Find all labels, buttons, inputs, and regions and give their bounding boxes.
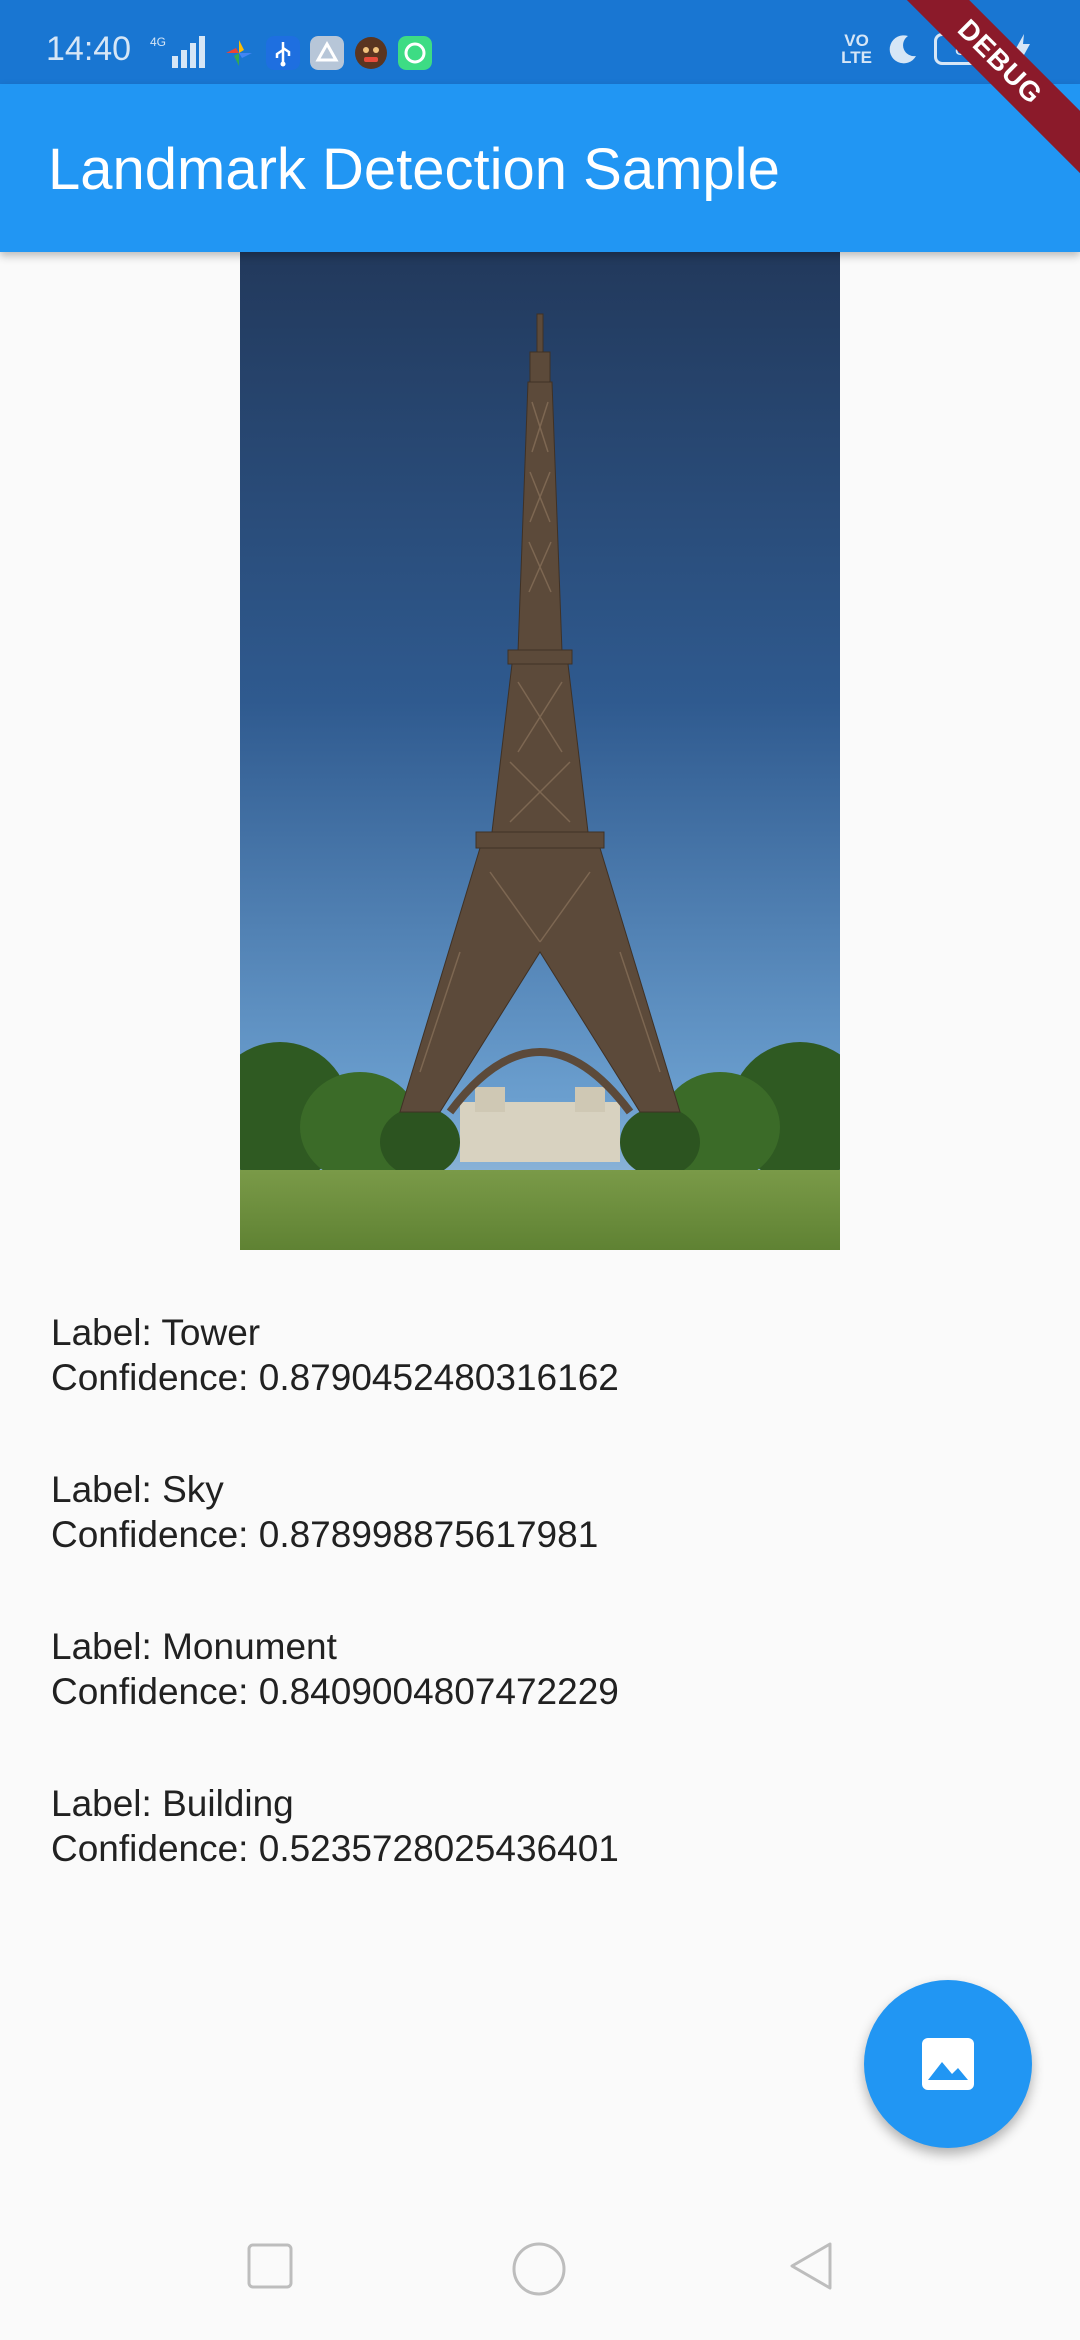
screen: 14:40 4G VO LTE Landmark Detection Sampl…: [0, 0, 1080, 2340]
drive-icon: [310, 36, 344, 70]
photo-graphic: [240, 252, 840, 1250]
navigation-bar: [0, 2210, 1080, 2340]
back-icon[interactable]: [784, 2240, 836, 2292]
game-avatar-icon: [355, 37, 387, 69]
app-bar: Landmark Detection Sample: [0, 84, 1080, 252]
result-label: Label: Monument: [51, 1626, 337, 1667]
pick-image-button[interactable]: [864, 1980, 1032, 2148]
result-confidence: Confidence: 0.8790452480316162: [51, 1357, 619, 1398]
status-bar: 14:40 4G VO LTE: [0, 0, 1080, 84]
photos-icon: [226, 40, 252, 66]
result-label: Label: Building: [51, 1783, 294, 1824]
notification-icons: [222, 36, 432, 70]
result-item: Label: Building Confidence: 0.5235728025…: [51, 1781, 1031, 1871]
usb-icon: [266, 36, 300, 70]
status-time: 14:40: [46, 30, 132, 68]
result-confidence: Confidence: 0.5235728025436401: [51, 1828, 619, 1869]
home-icon[interactable]: [510, 2240, 568, 2298]
result-item: Label: Sky Confidence: 0.878998875617981: [51, 1467, 1031, 1557]
eiffel-tower-photo: [240, 252, 840, 1250]
result-item: Label: Tower Confidence: 0.8790452480316…: [51, 1310, 1031, 1400]
result-confidence: Confidence: 0.878998875617981: [51, 1514, 599, 1555]
result-item: Label: Monument Confidence: 0.8409004807…: [51, 1624, 1031, 1714]
app-icon: [398, 36, 432, 70]
result-label: Label: Tower: [51, 1312, 261, 1353]
results-list: Label: Tower Confidence: 0.8790452480316…: [51, 1310, 1031, 1938]
app-title: Landmark Detection Sample: [48, 137, 780, 202]
volte-indicator: VO LTE: [841, 31, 872, 67]
network-type: 4G: [150, 35, 166, 49]
signal-icon: 4G: [150, 35, 205, 68]
image-icon: [922, 2038, 974, 2090]
moon-icon: [889, 35, 916, 64]
result-label: Label: Sky: [51, 1469, 224, 1510]
recents-icon[interactable]: [244, 2240, 296, 2292]
result-confidence: Confidence: 0.8409004807472229: [51, 1671, 619, 1712]
